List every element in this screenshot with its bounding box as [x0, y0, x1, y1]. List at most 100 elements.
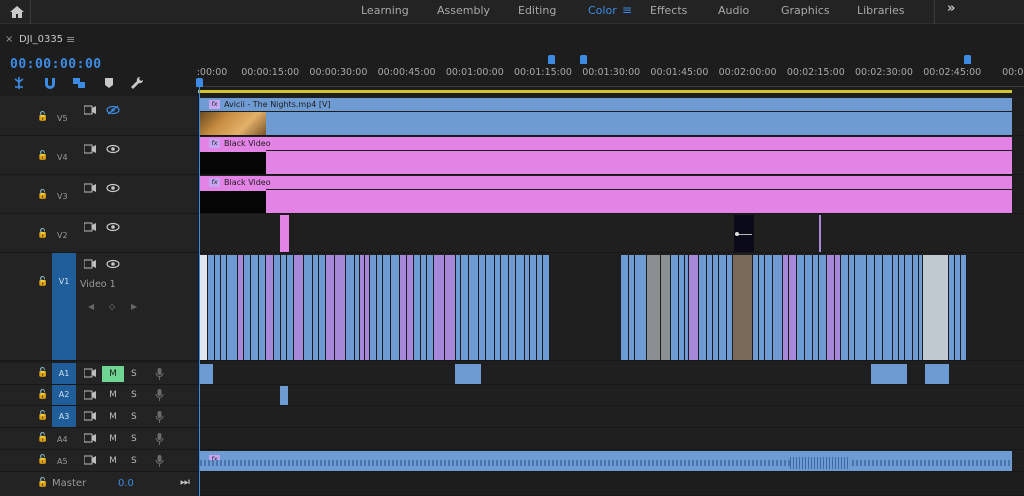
clip-edit-point[interactable] — [364, 255, 365, 360]
eye-icon[interactable] — [106, 222, 120, 232]
video-clip[interactable] — [647, 255, 671, 360]
audio-clip[interactable] — [280, 386, 288, 405]
solo-button[interactable]: S — [131, 434, 137, 444]
microphone-icon[interactable] — [155, 455, 164, 467]
video-clip[interactable] — [370, 255, 400, 360]
microphone-icon[interactable] — [155, 368, 164, 380]
clip-edit-point[interactable] — [634, 255, 635, 360]
solo-button[interactable]: S — [131, 369, 137, 379]
video-clip[interactable] — [486, 255, 516, 360]
track-target-v1[interactable]: V1 — [52, 253, 76, 360]
toggle-sync-lock-icon[interactable] — [84, 390, 96, 400]
solo-button[interactable]: S — [131, 456, 137, 466]
toggle-sync-lock-icon[interactable] — [84, 183, 96, 193]
clip-edit-point[interactable] — [848, 255, 849, 360]
lock-icon[interactable]: 🔓 — [37, 151, 48, 161]
tab-libraries[interactable]: Libraries — [857, 4, 905, 17]
toggle-sync-lock-icon[interactable] — [84, 411, 96, 421]
video-clip[interactable] — [346, 255, 360, 360]
video-clip[interactable] — [360, 255, 370, 360]
clip-edit-point[interactable] — [226, 255, 227, 360]
lock-icon[interactable]: 🔓 — [37, 390, 48, 400]
clip-edit-point[interactable] — [420, 255, 421, 360]
track-target-a1[interactable]: A1 — [52, 363, 76, 384]
video-clip[interactable] — [689, 255, 699, 360]
lock-icon[interactable]: 🔓 — [37, 368, 48, 378]
video-clip[interactable] — [949, 255, 967, 360]
adjustment-clip[interactable]: fx Black Video — [200, 176, 1012, 213]
clip-edit-point[interactable] — [772, 255, 773, 360]
mute-button[interactable]: M — [102, 431, 124, 447]
clip-edit-point[interactable] — [788, 255, 789, 360]
mute-button[interactable]: M — [102, 387, 124, 403]
tab-assembly[interactable]: Assembly — [437, 4, 490, 17]
lock-icon[interactable]: 🔓 — [37, 455, 48, 465]
master-volume-value[interactable]: 0.0 — [118, 478, 134, 489]
video-clip[interactable] — [200, 255, 208, 360]
clip-edit-point[interactable] — [460, 255, 461, 360]
clip-edit-point[interactable] — [536, 255, 537, 360]
video-clip[interactable] — [699, 255, 733, 360]
add-marker-icon[interactable] — [101, 75, 117, 91]
more-workspaces-icon[interactable]: » — [947, 1, 955, 16]
clip-edit-point[interactable] — [468, 255, 469, 360]
lock-icon[interactable]: 🔓 — [37, 411, 48, 421]
playhead[interactable] — [199, 80, 200, 496]
work-area-bar[interactable] — [198, 90, 1012, 93]
clip-edit-point[interactable] — [508, 255, 509, 360]
video-clip[interactable] — [923, 255, 949, 360]
microphone-icon[interactable] — [155, 389, 164, 401]
clip-edit-point[interactable] — [500, 255, 501, 360]
solo-button[interactable]: S — [131, 390, 137, 400]
video-clip[interactable] — [266, 255, 274, 360]
solo-button[interactable]: S — [131, 412, 137, 422]
mute-button[interactable]: M — [102, 366, 124, 382]
toggle-sync-lock-icon[interactable] — [84, 222, 96, 232]
mute-button[interactable]: M — [102, 409, 124, 425]
video-clip[interactable]: fx Avicii - The Nights.mp4 [V] — [200, 98, 1012, 135]
sequence-marker[interactable] — [548, 55, 555, 64]
clip-edit-point[interactable] — [834, 255, 835, 360]
lock-icon[interactable]: 🔓 — [37, 190, 48, 200]
clip-edit-point[interactable] — [684, 255, 685, 360]
lock-icon[interactable]: 🔓 — [37, 112, 48, 122]
clip-edit-point[interactable] — [376, 255, 377, 360]
adjustment-clip[interactable] — [280, 215, 289, 252]
audio-clip[interactable] — [200, 364, 213, 384]
clip-edit-point[interactable] — [628, 255, 629, 360]
video-clip[interactable] — [304, 255, 326, 360]
clip-edit-point[interactable] — [542, 255, 543, 360]
video-clip[interactable] — [434, 255, 456, 360]
clip-edit-point[interactable] — [494, 255, 495, 360]
audio-clip[interactable] — [455, 364, 481, 384]
add-keyframe-icon[interactable]: ◇ — [109, 302, 115, 311]
clip-edit-point[interactable] — [382, 255, 383, 360]
clip-edit-point[interactable] — [818, 255, 819, 360]
wrench-icon[interactable] — [129, 75, 145, 91]
clip-edit-point[interactable] — [660, 255, 661, 360]
clip-edit-point[interactable] — [478, 255, 479, 360]
clip-edit-point[interactable] — [334, 255, 335, 360]
clip-edit-point[interactable] — [912, 255, 913, 360]
video-clip[interactable] — [530, 255, 550, 360]
video-clip[interactable] — [671, 255, 689, 360]
clip-edit-point[interactable] — [758, 255, 759, 360]
video-clip[interactable] — [883, 255, 893, 360]
video-clip[interactable] — [414, 255, 434, 360]
video-clip[interactable] — [294, 255, 304, 360]
eye-icon[interactable] — [106, 259, 120, 269]
clip-edit-point[interactable] — [854, 255, 855, 360]
clip-edit-point[interactable] — [318, 255, 319, 360]
clip-edit-point[interactable] — [406, 255, 407, 360]
go-to-end-icon[interactable]: ⏭ — [180, 475, 190, 489]
video-clip[interactable] — [274, 255, 294, 360]
clip-edit-point[interactable] — [444, 255, 445, 360]
eye-icon[interactable] — [106, 144, 120, 154]
lock-icon[interactable]: 🔓 — [37, 433, 48, 443]
clip-edit-point[interactable] — [712, 255, 713, 360]
microphone-icon[interactable] — [155, 411, 164, 423]
time-ruler[interactable]: :00:00 00:00:15:00 00:00:30:00 00:00:45:00 0… — [197, 54, 1024, 96]
clip-edit-point[interactable] — [804, 255, 805, 360]
mute-button[interactable]: M — [102, 453, 124, 469]
clip-edit-point[interactable] — [280, 255, 281, 360]
